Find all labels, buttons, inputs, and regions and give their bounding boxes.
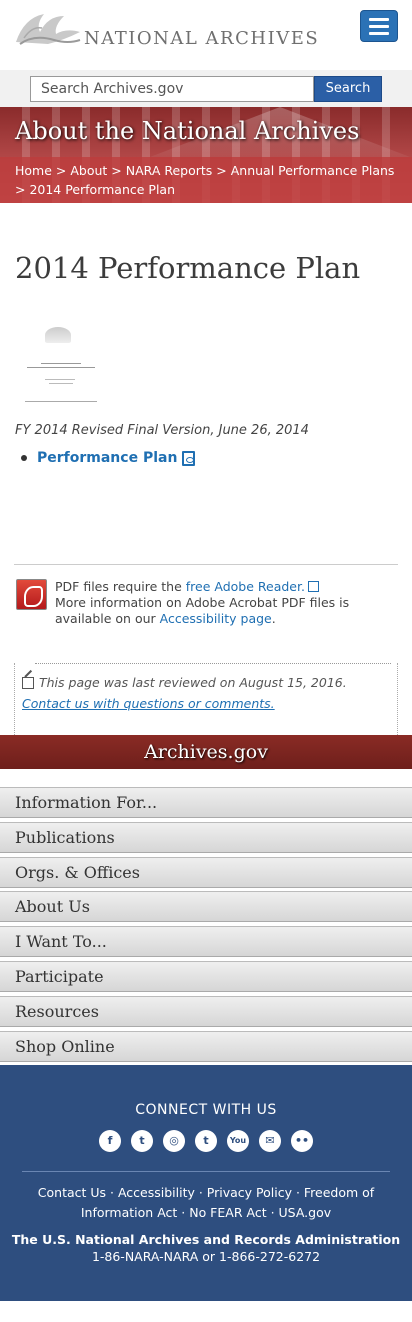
- page-review-box: This page was last reviewed on August 15…: [14, 663, 398, 735]
- external-link-icon: [307, 581, 319, 592]
- performance-plan-link[interactable]: Performance Plan: [37, 450, 177, 466]
- nav-item-about-us[interactable]: About Us: [0, 891, 412, 923]
- thumbnail-line: [41, 363, 81, 364]
- nav-item-participate[interactable]: Participate: [0, 960, 412, 992]
- adobe-pdf-icon: [16, 579, 47, 610]
- thumbnail-line: [49, 383, 73, 384]
- twitter-icon[interactable]: t: [131, 1130, 153, 1153]
- breadcrumb-annual-performance-plans[interactable]: Annual Performance Plans: [231, 163, 395, 178]
- adobe-text: PDF files require the: [55, 579, 186, 594]
- pdf-icon: [182, 450, 196, 466]
- thumbnail-line: [25, 401, 97, 402]
- list-item: Performance Plan: [21, 450, 397, 466]
- page-title: 2014 Performance Plan: [15, 251, 361, 285]
- document-caption: FY 2014 Revised Final Version, June 26, …: [15, 423, 309, 438]
- breadcrumb-about[interactable]: About: [70, 163, 107, 178]
- adobe-reader-link[interactable]: free Adobe Reader.: [186, 579, 305, 594]
- nav-item-shop-online[interactable]: Shop Online: [0, 1030, 412, 1062]
- menu-bar: [369, 24, 389, 28]
- footer-phone: 1-86-NARA-NARA or 1-866-272-6272: [91, 1249, 321, 1265]
- accessibility-page-link[interactable]: Accessibility page: [160, 611, 272, 626]
- facebook-icon[interactable]: f: [99, 1130, 121, 1153]
- nav-item-publications[interactable]: Publications: [0, 821, 412, 853]
- site-header: NATIONAL ARCHIVES: [0, 0, 412, 70]
- nav-item-orgs-offices[interactable]: Orgs. & Offices: [0, 856, 412, 888]
- thumbnail-line: [45, 379, 75, 380]
- social-links: f t ◎ t You ✉ ••: [0, 1130, 412, 1153]
- last-reviewed-text: This page was last reviewed on August 15…: [39, 675, 347, 690]
- bullet: [21, 455, 27, 461]
- breadcrumb: Home > About > NARA Reports > Annual Per…: [0, 157, 412, 203]
- thumbnail-line: [27, 367, 95, 368]
- dotted-rule: [35, 663, 391, 664]
- national-archives-logo[interactable]: NATIONAL ARCHIVES: [14, 10, 319, 50]
- breadcrumb-home[interactable]: Home: [15, 163, 52, 178]
- footer-org-name: The U.S. National Archives and Records A…: [11, 1232, 401, 1248]
- document-list: Performance Plan: [15, 450, 397, 466]
- search-input[interactable]: [30, 75, 314, 102]
- instagram-icon[interactable]: ◎: [163, 1130, 185, 1153]
- breadcrumb-current: 2014 Performance Plan: [29, 182, 176, 197]
- adobe-notice: PDF files require the free Adobe Reader.…: [0, 565, 412, 627]
- tumblr-icon[interactable]: t: [195, 1130, 217, 1153]
- search-bar: Search: [0, 70, 412, 107]
- site-footer: CONNECT WITH US f t ◎ t You ✉ •• Contact…: [0, 1065, 412, 1302]
- contact-link[interactable]: Contact us with questions or comments.: [22, 696, 275, 711]
- youtube-icon[interactable]: You: [227, 1130, 249, 1153]
- nav-item-resources[interactable]: Resources: [0, 995, 412, 1027]
- blog-icon[interactable]: ✉: [259, 1130, 281, 1153]
- section-banner: About the National Archives Home > About…: [0, 107, 412, 203]
- flickr-icon[interactable]: ••: [291, 1130, 313, 1153]
- menu-bar: [369, 31, 389, 35]
- breadcrumb-nara-reports[interactable]: NARA Reports: [126, 163, 213, 178]
- footer-links[interactable]: Contact Us · Accessibility · Privacy Pol…: [0, 1183, 412, 1223]
- site-nav: Information For... Publications Orgs. & …: [0, 787, 412, 1062]
- search-button[interactable]: Search: [314, 75, 382, 102]
- nav-item-i-want-to[interactable]: I Want To...: [0, 926, 412, 958]
- nav-item-information-for[interactable]: Information For...: [0, 787, 412, 818]
- logo-text: NATIONAL ARCHIVES: [84, 28, 320, 49]
- main-content: 2014 Performance Plan FY 2014 Revised Fi…: [0, 251, 412, 466]
- thumbnail-eagle: [45, 327, 71, 343]
- section-title: About the National Archives: [15, 117, 360, 145]
- eagle-icon: [16, 14, 81, 45]
- edit-icon: [22, 676, 34, 689]
- connect-heading: CONNECT WITH US: [135, 1102, 277, 1119]
- archives-gov-bar: Archives.gov: [0, 735, 412, 769]
- last-reviewed: This page was last reviewed on August 15…: [22, 675, 347, 690]
- document-cover-thumbnail: [23, 325, 99, 407]
- footer-rule: [22, 1171, 390, 1173]
- adobe-notice-text: PDF files require the free Adobe Reader.…: [55, 579, 396, 627]
- menu-button[interactable]: [360, 10, 398, 42]
- adobe-text: .: [271, 611, 276, 626]
- menu-bar: [369, 17, 389, 21]
